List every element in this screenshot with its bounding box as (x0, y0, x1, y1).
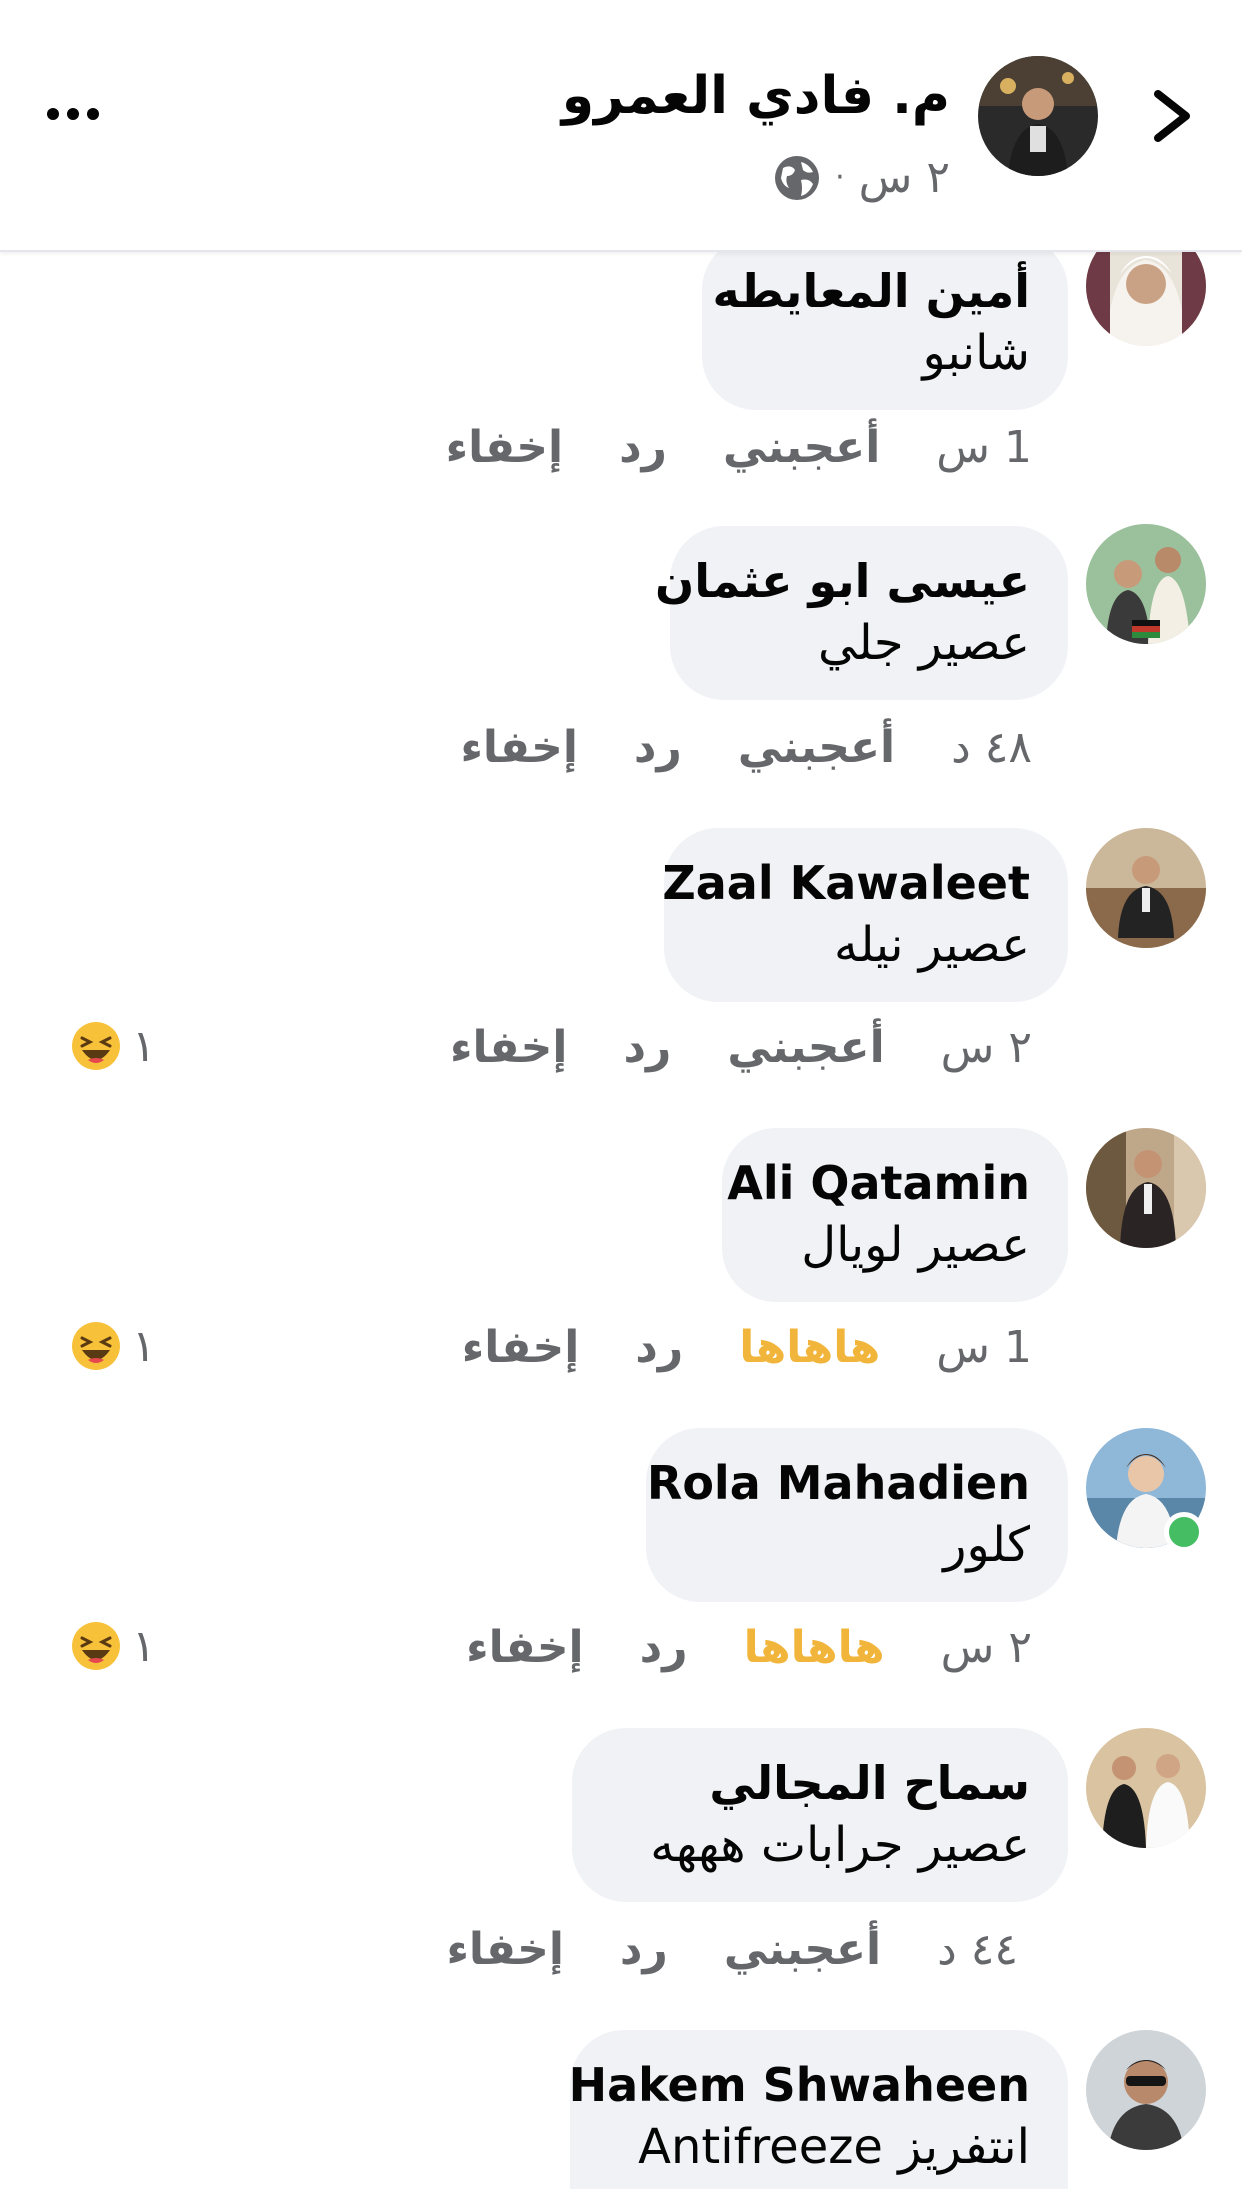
reaction-summary[interactable]: ١ (70, 1620, 156, 1672)
comment-text: عصير نيله (834, 917, 1030, 973)
comment-actions: 1 س هاهاها رد إخفاء (462, 1322, 1032, 1373)
comment-text: عصير جلي (817, 615, 1030, 671)
like-button[interactable]: أعجبني (723, 422, 880, 473)
comment-author[interactable]: Zaal Kawaleet (662, 854, 1030, 912)
comment-author[interactable]: Hakem Shwaheen (569, 2056, 1030, 2114)
commenter-avatar[interactable] (1086, 1728, 1206, 1848)
commenter-avatar[interactable] (1086, 2030, 1206, 2150)
reaction-summary[interactable]: ١ (70, 1020, 156, 1072)
commenter-avatar[interactable] (1086, 1128, 1206, 1248)
chevron-right-icon[interactable] (1150, 88, 1196, 144)
hide-button[interactable]: إخفاء (446, 1924, 563, 1975)
comment-bubble[interactable]: عيسى ابو عثمان عصير جلي (655, 526, 1068, 700)
comment-actions: 1 س أعجبني رد إخفاء (446, 422, 1032, 473)
comment-author[interactable]: Rola Mahadien (647, 1454, 1030, 1512)
comment-bubble[interactable]: Zaal Kawaleet عصير نيله (662, 828, 1068, 1002)
globe-icon (775, 155, 820, 200)
like-button[interactable]: أعجبني (738, 722, 895, 773)
reply-button[interactable]: رد (640, 1622, 688, 1673)
more-icon[interactable] (46, 104, 100, 124)
haha-reaction-button[interactable]: هاهاها (744, 1622, 885, 1673)
like-button[interactable]: أعجبني (724, 1924, 881, 1975)
reply-button[interactable]: رد (620, 1924, 668, 1975)
comment-bubble[interactable]: Hakem Shwaheen انتفريز Antifreeze (569, 2030, 1068, 2189)
author-avatar[interactable] (978, 56, 1098, 176)
reply-button[interactable]: رد (634, 722, 682, 773)
comment-author[interactable]: Ali Qatamin (727, 1154, 1030, 1212)
comment-actions: ٢ س هاهاها رد إخفاء (466, 1622, 1032, 1673)
hide-button[interactable]: إخفاء (460, 722, 577, 773)
comment-text: كلور (943, 1517, 1030, 1573)
hide-button[interactable]: إخفاء (462, 1322, 579, 1373)
reply-button[interactable]: رد (623, 1022, 671, 1073)
comment-text: شانبو (922, 325, 1030, 381)
haha-emoji-icon (72, 1622, 120, 1670)
commenter-avatar[interactable] (1086, 828, 1206, 948)
comment-bubble[interactable]: أمين المعايطه شانبو (702, 236, 1068, 410)
reaction-count: ١ (132, 1620, 156, 1672)
reaction-count: ١ (132, 1320, 156, 1372)
comment-actions: ٢ س أعجبني رد إخفاء (450, 1022, 1032, 1073)
comment-author[interactable]: عيسى ابو عثمان (655, 552, 1030, 610)
like-button[interactable]: أعجبني (727, 1022, 884, 1073)
hide-button[interactable]: إخفاء (450, 1022, 567, 1073)
post-meta: ٢ س · (773, 152, 950, 203)
post-header: م. فادي العمرو ٢ س · (0, 0, 1242, 252)
haha-emoji-icon (72, 1022, 120, 1070)
hide-button[interactable]: إخفاء (446, 422, 563, 473)
comment-time[interactable]: 1 س (936, 1322, 1032, 1373)
comment-time[interactable]: ٢ س (941, 1622, 1032, 1673)
comment-actions: ٤٨ د أعجبني رد إخفاء (460, 722, 1032, 773)
separator-dot: · (835, 160, 845, 195)
comment-time[interactable]: 1 س (936, 422, 1032, 473)
comment-bubble[interactable]: Rola Mahadien كلور (646, 1428, 1068, 1602)
reaction-summary[interactable]: ١ (70, 1320, 156, 1372)
hide-button[interactable]: إخفاء (466, 1622, 583, 1673)
comment-text: عصير جرابات هههه (650, 1817, 1030, 1873)
comment-bubble[interactable]: Ali Qatamin عصير لويال (722, 1128, 1068, 1302)
commenter-avatar[interactable] (1086, 524, 1206, 644)
comment-time[interactable]: ٤٤ د (937, 1924, 1018, 1975)
reply-button[interactable]: رد (635, 1322, 683, 1373)
comment-time[interactable]: ٢ س (941, 1022, 1032, 1073)
post-time[interactable]: ٢ س (859, 152, 950, 203)
comment-author[interactable]: سماح المجالي (610, 1754, 1030, 1812)
author-name[interactable]: م. فادي العمرو (562, 66, 950, 126)
comment-author[interactable]: أمين المعايطه (712, 262, 1030, 320)
reaction-count: ١ (132, 1020, 156, 1072)
online-status-indicator (1164, 1512, 1204, 1552)
haha-emoji-icon (72, 1322, 120, 1370)
comment-bubble[interactable]: سماح المجالي عصير جرابات هههه (572, 1728, 1068, 1902)
comment-time[interactable]: ٤٨ د (951, 722, 1032, 773)
comment-actions: ٤٤ د أعجبني رد إخفاء (446, 1924, 1018, 1975)
comment-text: انتفريز Antifreeze (638, 2119, 1030, 2175)
haha-reaction-button[interactable]: هاهاها (739, 1322, 880, 1373)
comment-text: عصير لويال (801, 1217, 1030, 1273)
reply-button[interactable]: رد (619, 422, 667, 473)
